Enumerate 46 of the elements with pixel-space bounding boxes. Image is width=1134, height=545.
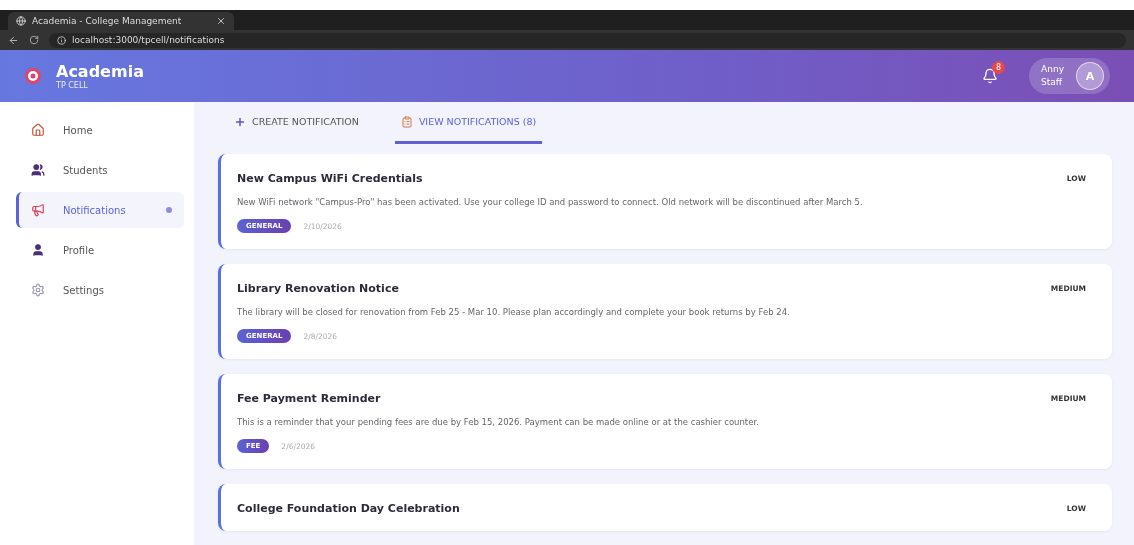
sidebar-item[interactable]: Students xyxy=(16,152,184,188)
info-icon xyxy=(57,35,66,45)
sidebar-item-label: Settings xyxy=(63,284,104,296)
house-icon xyxy=(31,123,45,137)
target-logo-icon xyxy=(24,67,42,85)
user-name: Anny xyxy=(1041,63,1064,76)
notification-message: This is a reminder that your pending fees are due by Feb 15, 2026. Payment can be made online or at the cashier counter. xyxy=(237,417,760,427)
browser-tab[interactable]: Academia - College Management xyxy=(8,12,234,30)
url-text: localhost:3000/tpcell/notifications xyxy=(72,35,225,45)
notification-count: 8 xyxy=(992,61,1006,74)
sidebar-item[interactable]: Settings xyxy=(16,272,184,308)
clipboard-icon xyxy=(400,115,413,128)
sidebar-item[interactable]: Profile xyxy=(16,232,184,268)
user-avatar: A xyxy=(1076,62,1104,90)
reload-icon[interactable] xyxy=(29,35,39,45)
plus-icon xyxy=(234,115,246,128)
sidebar-item-label: Home xyxy=(63,124,93,136)
notification-message: The library will be closed for renovation from Feb 25 - Mar 10. Please plan accordingly and complete your book returns by Feb 24. xyxy=(237,307,791,317)
close-icon[interactable] xyxy=(216,16,226,26)
app-name: Academia xyxy=(56,62,145,81)
tab[interactable]: CREATE NOTIFICATION xyxy=(228,102,365,144)
address-bar[interactable]: localhost:3000/tpcell/notifications xyxy=(49,32,1126,48)
sidebar-item[interactable]: Notifications xyxy=(16,192,184,228)
app-subtitle: TP CELL xyxy=(56,81,89,90)
megaphone-icon xyxy=(31,203,45,217)
bell-icon xyxy=(982,68,999,84)
active-dot xyxy=(166,207,172,213)
notification-bell[interactable]: 8 xyxy=(975,61,1006,91)
tab[interactable]: VIEW NOTIFICATIONS (8) xyxy=(394,102,543,144)
globe-icon xyxy=(16,16,26,26)
user-menu[interactable]: Anny Staff A xyxy=(1029,58,1110,94)
settings-icon xyxy=(31,283,45,297)
person-icon xyxy=(31,243,45,257)
back-icon[interactable] xyxy=(8,34,19,46)
notification-message: New WiFi network "Campus-Pro" has been activated. Use your college ID and password to connect. Old network will be discontinued after March 5. xyxy=(237,197,864,207)
people-icon xyxy=(31,163,45,177)
sidebar-item[interactable]: Home xyxy=(16,112,184,148)
notification-title: New Campus WiFi Credentials xyxy=(237,172,423,185)
notification-title: College Foundation Day Celebration xyxy=(237,502,460,515)
sidebar-item-label: Notifications xyxy=(63,204,126,216)
user-role: Staff xyxy=(1041,76,1064,89)
sidebar-item-label: Profile xyxy=(63,244,95,256)
sidebar-item-label: Students xyxy=(63,164,108,176)
notification-title: Library Renovation Notice xyxy=(237,282,399,295)
notification-title: Fee Payment Reminder xyxy=(237,392,381,405)
browser-tab-title: Academia - College Management xyxy=(32,16,183,26)
